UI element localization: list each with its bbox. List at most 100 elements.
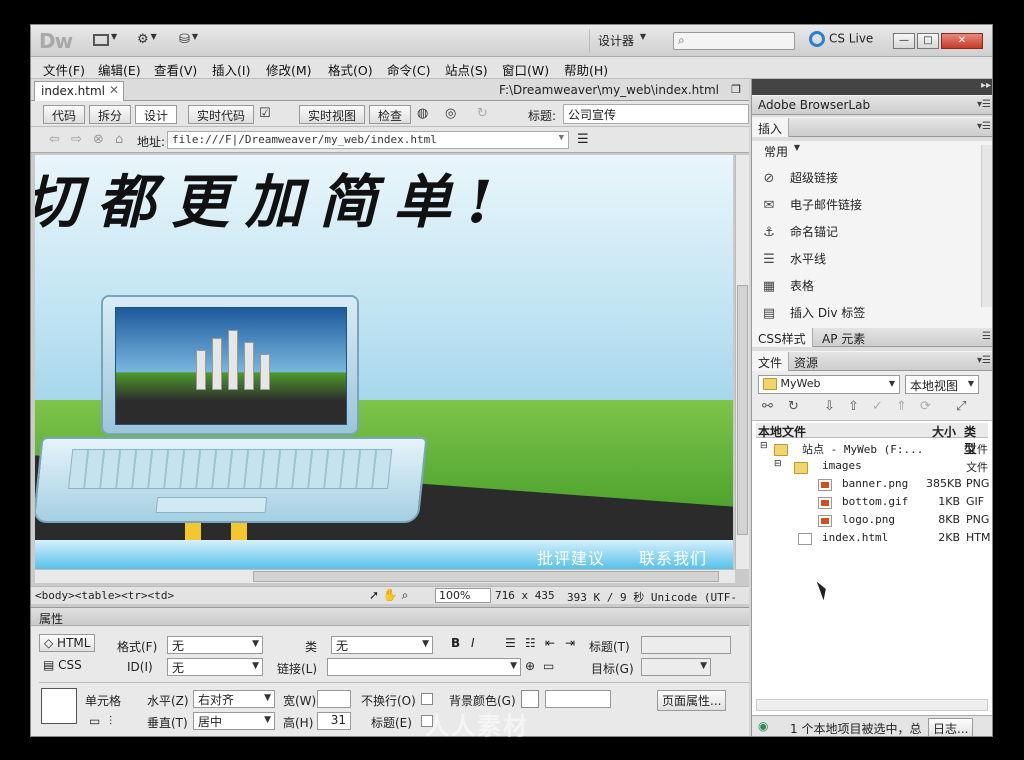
insert-panel-header[interactable]: 插入 ▾☰ <box>752 117 992 137</box>
id-select[interactable]: 无 ▼ <box>167 658 263 676</box>
files-horizontal-scrollbar[interactable] <box>756 699 988 711</box>
put-files-icon[interactable]: ⇧ <box>848 399 859 414</box>
class-select[interactable]: 无 ▼ <box>331 636 433 654</box>
heading-input[interactable] <box>641 636 731 654</box>
merge-cells-icon[interactable]: ▭ <box>89 714 100 728</box>
files-panel-header[interactable]: 文件 资源 ▾☰ <box>752 351 992 371</box>
col-local-files[interactable]: 本地文件 <box>758 423 806 440</box>
home-icon[interactable]: ⌂ <box>115 132 123 147</box>
connect-icon[interactable]: ⚯ <box>762 399 773 414</box>
menu-view[interactable]: 查看(V) <box>154 60 197 79</box>
page-properties-button[interactable]: 页面属性... <box>657 690 727 711</box>
get-files-icon[interactable]: ⇩ <box>824 399 835 414</box>
cs-live-button[interactable]: CS Live <box>809 31 873 47</box>
workspace-switcher[interactable]: 设计器 ▼ <box>589 29 654 53</box>
collapse-icon[interactable]: ▸▸ <box>981 80 991 91</box>
check-in-icon[interactable]: ⇑ <box>896 399 907 414</box>
tag-selector[interactable]: <body><table><tr><td> <box>35 589 174 602</box>
maximize-button[interactable]: □ <box>917 33 939 49</box>
panel-menu-icon[interactable]: ▾☰ <box>977 355 991 366</box>
refresh-icon[interactable]: ↻ <box>788 399 799 414</box>
bold-button[interactable]: B <box>451 636 460 650</box>
col-size[interactable]: 大小 <box>932 423 956 440</box>
restore-icon[interactable]: ❐ <box>731 83 741 96</box>
forward-icon[interactable]: ⇨ <box>71 132 82 147</box>
vertical-scrollbar[interactable] <box>735 155 749 569</box>
menu-window[interactable]: 窗口(W) <box>502 60 549 79</box>
css-mode-button[interactable]: ▤ CSS <box>43 658 82 672</box>
live-view-button[interactable]: 实时视图 <box>299 105 366 124</box>
menu-format[interactable]: 格式(O) <box>328 60 373 79</box>
extend-button[interactable]: ⚙ ▼ <box>137 32 157 50</box>
layout-button[interactable]: ▼ <box>93 32 121 50</box>
css-panel-header[interactable]: CSS样式 AP 元素 ☰ <box>752 327 992 347</box>
tab-assets[interactable]: 资源 <box>788 352 824 371</box>
back-icon[interactable]: ⇦ <box>49 132 60 147</box>
browse-options-icon[interactable]: ☰ <box>577 132 589 147</box>
menu-edit[interactable]: 编辑(E) <box>98 60 141 79</box>
contact-link[interactable]: 联系我们 <box>639 545 707 569</box>
menu-site[interactable]: 站点(S) <box>445 60 488 79</box>
insert-scrollbar[interactable] <box>981 145 992 307</box>
tab-index-html[interactable]: index.html ✕ <box>34 81 124 101</box>
nowrap-checkbox[interactable] <box>421 693 433 705</box>
log-button[interactable]: 日志... <box>928 718 974 736</box>
insert-table[interactable]: ▦ 表格 <box>760 277 814 297</box>
browserlab-panel-header[interactable]: Adobe BrowserLab ▾☰ <box>752 95 992 115</box>
target-select[interactable]: ▼ <box>641 658 711 676</box>
inspect-button[interactable]: 检查 <box>369 105 412 124</box>
code-view-button[interactable]: 代码 <box>43 105 86 124</box>
outdent-icon[interactable]: ⇤ <box>545 636 555 650</box>
html-mode-button[interactable]: ◇ HTML <box>39 634 96 652</box>
indent-icon[interactable]: ⇥ <box>565 636 575 650</box>
address-input[interactable]: file:///F|/Dreamweaver/my_web/index.html… <box>167 131 569 149</box>
browser-preview-icon[interactable]: ◍ <box>417 106 428 124</box>
view-select[interactable]: 本地视图 ▼ <box>905 375 979 394</box>
file-row-bottom[interactable]: bottom.gif 1KB GIF <box>756 495 988 513</box>
tab-css-styles[interactable]: CSS样式 <box>752 328 813 347</box>
browse-folder-icon[interactable]: ▭ <box>543 659 554 673</box>
file-row-site[interactable]: ⊟ 站点 - MyWeb (F:... 文件 <box>756 441 988 459</box>
stop-icon[interactable]: ⊗ <box>93 132 104 147</box>
horizontal-scrollbar[interactable] <box>35 569 735 583</box>
italic-button[interactable]: I <box>471 636 475 650</box>
check-out-icon[interactable]: ✓ <box>872 399 883 414</box>
menu-help[interactable]: 帮助(H) <box>564 60 608 79</box>
pointer-icon[interactable]: ➚ <box>369 588 379 602</box>
page-title-input[interactable]: 公司宣传 <box>563 104 749 124</box>
width-input[interactable] <box>317 690 351 708</box>
window-size[interactable]: 716 x 435 <box>495 589 555 602</box>
help-search-input[interactable]: ⌕ <box>673 32 795 50</box>
insert-horizontal-rule[interactable]: ☰ 水平线 <box>760 250 826 270</box>
hand-icon[interactable]: ✋ <box>383 588 398 602</box>
menu-file[interactable]: 文件(F) <box>43 60 85 79</box>
halign-select[interactable]: 右对齐 ▼ <box>193 690 275 708</box>
chevron-down-icon[interactable]: ▼ <box>559 133 564 143</box>
scroll-thumb[interactable] <box>737 285 748 535</box>
valign-select[interactable]: 居中 ▼ <box>193 712 275 730</box>
insert-named-anchor[interactable]: ⚓ 命名锚记 <box>760 223 838 243</box>
link-input[interactable]: ▼ <box>327 658 521 676</box>
ordered-list-icon[interactable]: ☷ <box>525 636 536 650</box>
file-row-images[interactable]: ⊟ images 文件 <box>756 459 988 477</box>
live-code-button[interactable]: 实时代码 <box>188 105 255 124</box>
tab-files[interactable]: 文件 <box>752 352 790 371</box>
close-tab-icon[interactable]: ✕ <box>109 83 119 97</box>
properties-header[interactable]: 属性 <box>31 608 749 626</box>
design-canvas[interactable]: 切都更加简单! 批评建议 联系我们 <box>35 155 733 569</box>
zoom-icon[interactable]: ⌕ <box>402 588 409 602</box>
panel-menu-icon[interactable]: ☰ <box>982 331 991 342</box>
point-to-file-icon[interactable]: ⊕ <box>525 659 535 673</box>
insert-div-tag[interactable]: ▤ 插入 Div 标签 <box>760 304 865 324</box>
panel-menu-icon[interactable]: ▾☰ <box>977 121 991 132</box>
inspect-icon[interactable]: ☑ <box>259 106 271 124</box>
close-button[interactable]: ✕ <box>941 33 983 49</box>
insert-category-select[interactable]: 常用 ▼ <box>764 143 800 160</box>
expand-icon[interactable]: ⤢ <box>956 399 966 414</box>
unordered-list-icon[interactable]: ☰ <box>505 636 516 650</box>
split-cell-icon[interactable]: ⫶ <box>109 714 112 729</box>
tab-ap-elements[interactable]: AP 元素 <box>816 328 871 347</box>
panel-menu-icon[interactable]: ▾☰ <box>977 99 991 110</box>
sync-icon[interactable]: ⟳ <box>920 399 931 414</box>
file-row-logo[interactable]: logo.png 8KB PNG <box>756 513 989 531</box>
